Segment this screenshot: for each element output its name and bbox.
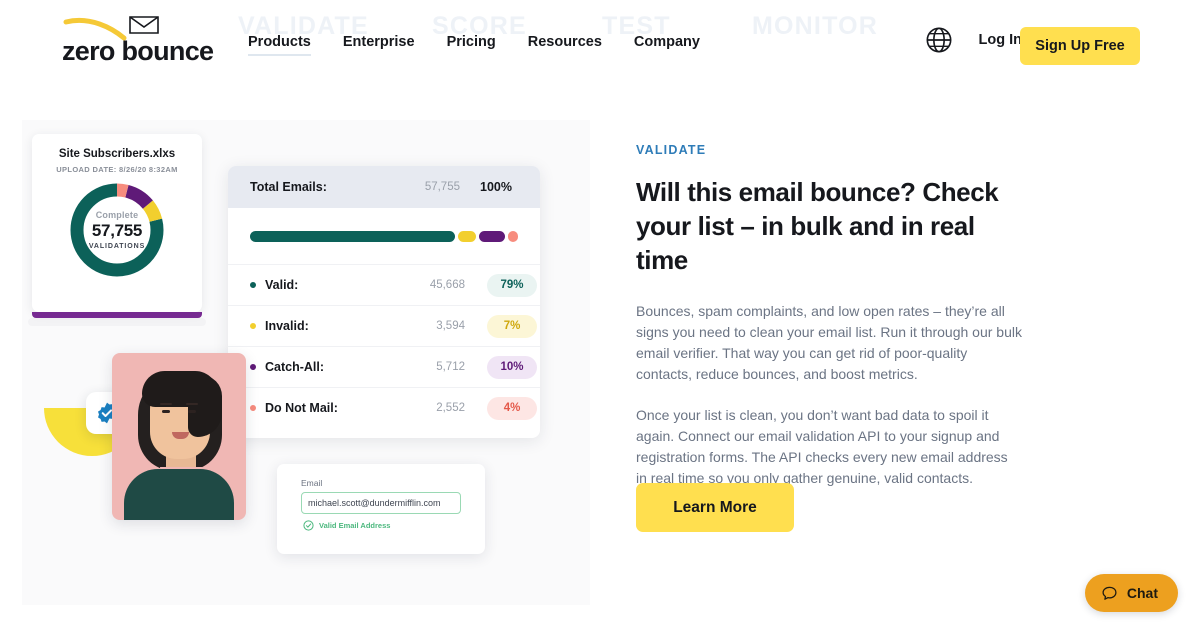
distribution-bar <box>250 230 518 242</box>
stat-percent-catch-all: 10% <box>487 355 537 379</box>
donut-total-count: 57,755 <box>91 221 143 240</box>
body-paragraph-1: Bounces, spam complaints, and low open r… <box>636 303 1022 382</box>
email-field-label: Email <box>301 478 323 488</box>
total-emails-label: Total Emails: <box>250 180 327 194</box>
stat-label-catch-all: Catch-All: <box>265 360 325 374</box>
stat-row-do-not-mail: Do Not Mail: 2,552 4% <box>228 387 540 428</box>
donut-center-labels: Complete 57,755 VALIDATIONS <box>67 180 167 280</box>
stat-count-catch-all: 5,712 <box>436 361 465 373</box>
portrait-brow-left <box>160 403 172 405</box>
email-valid-status: Valid Email Address <box>303 520 390 531</box>
distribution-bar-row <box>228 208 540 264</box>
chat-button[interactable]: Chat <box>1084 574 1178 612</box>
validation-donut-chart: Complete 57,755 VALIDATIONS <box>67 180 167 280</box>
validation-stats-card: Total Emails: 57,755 100% Valid: 45,668 … <box>228 166 540 438</box>
distribution-segment-2 <box>478 230 505 242</box>
stat-percent-valid: 79% <box>487 273 537 297</box>
total-emails-percent: 100% <box>480 180 512 194</box>
stat-label-valid: Valid: <box>265 278 299 292</box>
stat-row-catch-all: Catch-All: 5,712 10% <box>228 346 540 387</box>
login-link[interactable]: Log In <box>979 32 1023 48</box>
header-actions: Log In <box>925 26 1023 54</box>
portrait-brow-right <box>186 403 198 405</box>
nav-item-pricing[interactable]: Pricing <box>447 34 496 56</box>
stats-header-row: Total Emails: 57,755 100% <box>228 166 540 208</box>
upload-summary-card: Site Subscribers.xlxs UPLOAD DATE: 8/26/… <box>32 134 202 312</box>
page-root: VALIDATE SCORE TEST MONITOR zero bounce … <box>0 0 1200 630</box>
main-nav: Products Enterprise Pricing Resources Co… <box>248 34 700 56</box>
legend-dot-catch-all <box>250 364 256 370</box>
legend-dot-invalid <box>250 323 256 329</box>
donut-card-accent-stripe <box>32 312 202 318</box>
nav-item-resources[interactable]: Resources <box>528 34 602 56</box>
learn-more-button[interactable]: Learn More <box>636 483 794 532</box>
portrait-photo <box>112 353 246 520</box>
portrait-sweater <box>124 469 234 520</box>
email-input[interactable] <box>301 492 461 514</box>
page-title: Will this email bounce? Check your list … <box>636 177 999 275</box>
nav-item-products[interactable]: Products <box>248 34 311 56</box>
portrait-eye-left <box>162 410 170 413</box>
site-header: zero bounce Products Enterprise Pricing … <box>0 0 1200 92</box>
chat-bubble-icon <box>1102 586 1117 600</box>
check-circle-icon <box>303 520 314 531</box>
distribution-segment-3 <box>507 230 518 242</box>
chat-button-label: Chat <box>1126 585 1158 601</box>
donut-unit-label: VALIDATIONS <box>88 243 146 250</box>
total-emails-count: 57,755 <box>424 181 460 193</box>
stat-label-invalid: Invalid: <box>265 319 309 333</box>
stat-count-do-not-mail: 2,552 <box>436 402 465 414</box>
distribution-segment-1 <box>457 230 476 242</box>
stat-percent-invalid: 7% <box>487 314 537 338</box>
stat-count-invalid: 3,594 <box>436 320 465 332</box>
logo-text: zero bounce <box>62 36 214 66</box>
email-validation-card: Email Valid Email Address <box>277 464 485 554</box>
hero-copy: VALIDATE Will this email bounce? Check y… <box>636 143 1028 489</box>
distribution-segment-0 <box>250 230 455 242</box>
email-valid-status-text: Valid Email Address <box>319 521 391 530</box>
upload-date: UPLOAD DATE: 8/26/20 8:32AM <box>56 165 178 174</box>
section-eyebrow: VALIDATE <box>636 143 707 157</box>
stat-count-valid: 45,668 <box>429 279 465 291</box>
stat-label-do-not-mail: Do Not Mail: <box>265 401 338 415</box>
upload-file-name: Site Subscribers.xlxs <box>58 148 176 160</box>
portrait-eye-right <box>188 410 196 413</box>
logo[interactable]: zero bounce <box>62 14 214 66</box>
stat-percent-do-not-mail: 4% <box>487 396 537 420</box>
stat-row-valid: Valid: 45,668 79% <box>228 264 540 305</box>
legend-dot-valid <box>250 282 256 288</box>
nav-item-enterprise[interactable]: Enterprise <box>343 34 415 56</box>
legend-dot-do-not-mail <box>250 405 256 411</box>
donut-card-stack-shadow <box>28 318 206 326</box>
signup-button[interactable]: Sign Up Free <box>1020 27 1140 65</box>
globe-icon[interactable] <box>925 26 953 54</box>
body-paragraph-2: Once your list is clean, you don’t want … <box>636 407 1008 486</box>
nav-item-company[interactable]: Company <box>634 34 700 56</box>
stat-row-invalid: Invalid: 3,594 7% <box>228 305 540 346</box>
donut-status-label: Complete <box>95 210 139 220</box>
